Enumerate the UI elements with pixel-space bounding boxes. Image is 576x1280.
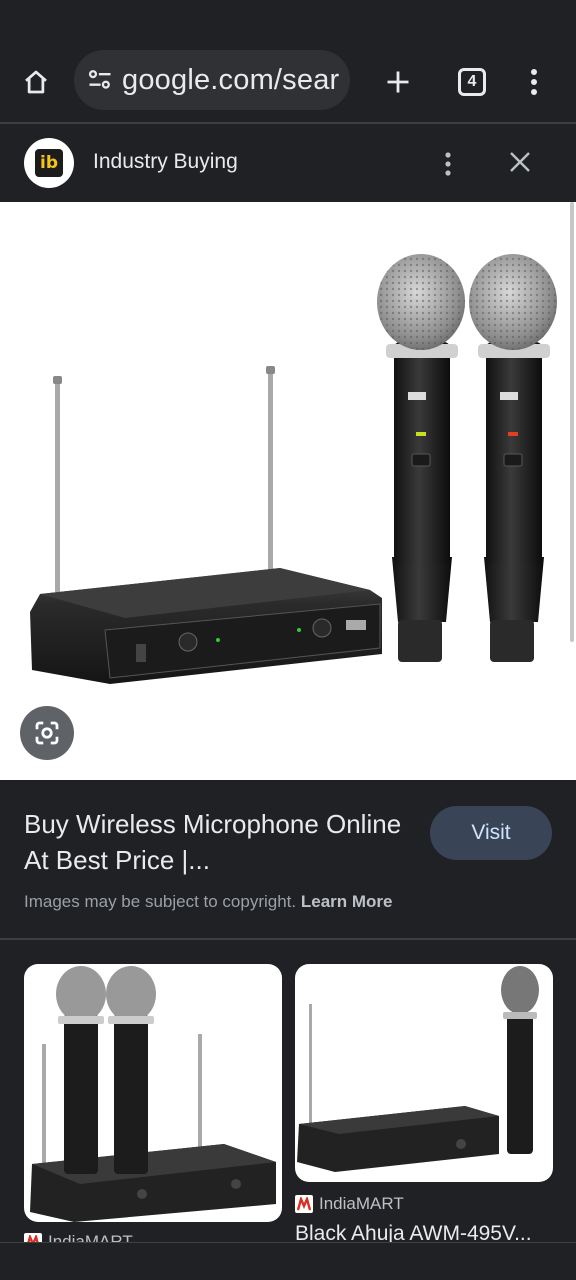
scrollbar[interactable] xyxy=(570,202,574,642)
more-vert-icon[interactable] xyxy=(512,60,556,104)
source-site-bar: ib Industry Buying xyxy=(0,124,576,202)
visit-button[interactable]: Visit xyxy=(430,806,552,860)
site-more-icon[interactable] xyxy=(432,144,464,184)
related-title[interactable]: Black Ahuja AWM-495V... xyxy=(295,1222,532,1242)
plus-icon[interactable] xyxy=(376,60,420,104)
address-bar[interactable]: google.com/sear xyxy=(74,50,350,110)
tab-count: 4 xyxy=(467,73,477,90)
url-text: google.com/sear xyxy=(122,63,340,96)
related-images: IndiaMART IndiaMART Black Ahuja AWM-495V… xyxy=(0,940,576,1242)
tune-icon[interactable] xyxy=(84,64,116,96)
result-info: Buy Wireless Microphone Online At Best P… xyxy=(0,780,576,938)
google-lens-icon[interactable] xyxy=(20,706,74,760)
related-source-name: IndiaMART xyxy=(319,1194,404,1213)
result-title[interactable]: Buy Wireless Microphone Online At Best P… xyxy=(24,806,404,878)
related-image-card[interactable] xyxy=(24,964,282,1222)
related-source[interactable]: IndiaMART xyxy=(295,1194,404,1214)
microphone-set-image xyxy=(30,254,557,684)
tab-switcher-icon[interactable]: 4 xyxy=(450,60,494,104)
status-bar xyxy=(0,0,576,40)
related-image xyxy=(297,966,539,1172)
related-image xyxy=(30,966,276,1222)
preview-image[interactable] xyxy=(0,202,576,780)
site-logo[interactable]: ib xyxy=(24,138,74,188)
home-icon[interactable] xyxy=(14,60,58,104)
copyright-notice: Images may be subject to copyright. Lear… xyxy=(24,892,393,912)
related-image-card[interactable] xyxy=(295,964,553,1182)
learn-more-link[interactable]: Learn More xyxy=(301,892,393,911)
close-icon[interactable] xyxy=(500,142,540,182)
indiamart-icon xyxy=(24,1233,42,1242)
browser-toolbar: google.com/sear 4 xyxy=(0,40,576,122)
indiamart-icon xyxy=(295,1195,313,1213)
related-source-name: IndiaMART xyxy=(48,1232,133,1242)
site-name[interactable]: Industry Buying xyxy=(93,150,238,174)
bottom-bar xyxy=(0,1242,576,1280)
related-source[interactable]: IndiaMART xyxy=(24,1232,133,1242)
site-logo-text: ib xyxy=(35,149,63,177)
copyright-text: Images may be subject to copyright. xyxy=(24,892,297,911)
